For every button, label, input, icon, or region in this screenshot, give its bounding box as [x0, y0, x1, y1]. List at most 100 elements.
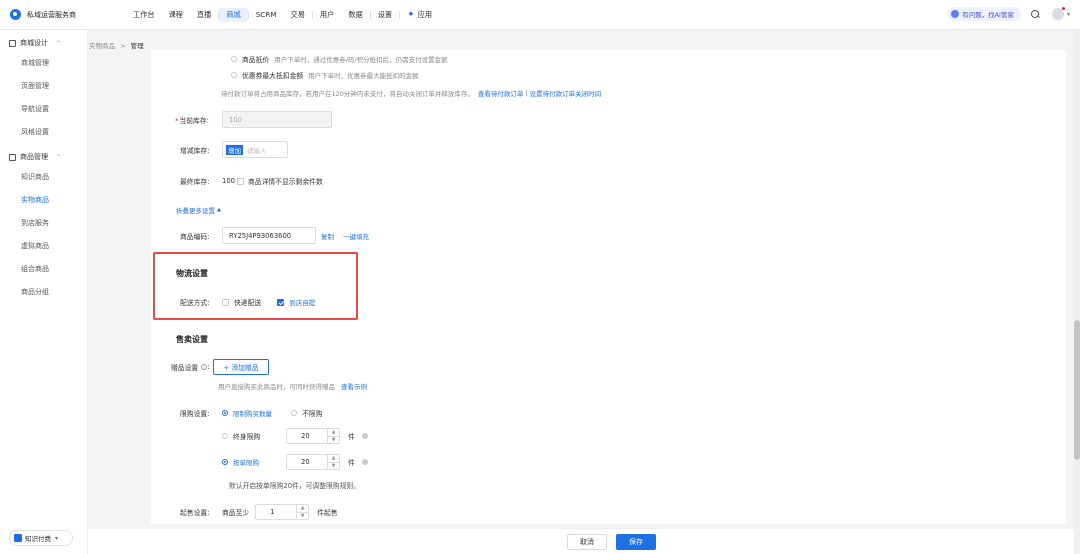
nav-item[interactable]: 用户 — [313, 8, 341, 22]
ai-icon — [951, 10, 960, 18]
store-pickup-checkbox[interactable] — [277, 298, 285, 306]
sidebar-item[interactable]: 商品分组 — [0, 281, 87, 304]
express-delivery-checkbox[interactable] — [222, 298, 229, 306]
sidebar-item[interactable]: 商城管理 — [0, 52, 87, 75]
fold-settings-toggle[interactable]: 折叠更多设置 ▲ — [176, 205, 221, 215]
knowledge-icon — [14, 534, 22, 542]
store-pickup-label[interactable]: 到店自提 — [289, 297, 315, 307]
add-gift-button[interactable]: + 添加赠品 — [213, 359, 269, 375]
sidebar-group-title[interactable]: 商城设计 ⌃ — [0, 34, 87, 52]
product-switcher-label: 知识付费 — [25, 535, 51, 543]
nav-item[interactable]: 设置 — [371, 8, 399, 22]
brand-icon — [10, 9, 21, 20]
deduct-option-product-price[interactable]: 商品抵价 用户下单时，通过优惠券/码/积分抵扣后，仍需支付设置金额 — [231, 54, 448, 64]
change-stock-unit[interactable]: 增加 — [226, 144, 243, 155]
radio-icon[interactable] — [231, 56, 237, 62]
save-button[interactable]: 保存 — [616, 534, 656, 550]
delivery-method-label: 配送方式: — [180, 299, 210, 307]
fold-settings-label: 折叠更多设置 — [176, 207, 215, 215]
per-order-limit-radio[interactable] — [222, 459, 228, 465]
limit-on-label[interactable]: 限制购买数量 — [233, 408, 272, 418]
per-order-unit: 件 — [348, 459, 355, 467]
sidebar-item[interactable]: 风格设置 — [0, 121, 87, 144]
lifetime-limit-radio[interactable] — [222, 433, 228, 439]
nav-item[interactable]: 数据 — [341, 8, 369, 22]
min-sale-row: 起售设置: 商品至少 1 ▲ ▼ 件起售 — [180, 504, 338, 520]
current-stock-row: *当前库存: 100 — [175, 111, 332, 128]
sidebar-item[interactable]: 导航设置 — [0, 98, 87, 121]
hide-stock-checkbox[interactable] — [236, 177, 244, 185]
footer-bar: 取消 保存 — [88, 528, 1080, 554]
auto-fill-code-link[interactable]: 一键填充 — [343, 231, 369, 241]
cancel-button[interactable]: 取消 — [567, 534, 607, 550]
scrollbar-track[interactable] — [1074, 30, 1080, 554]
sidebar-group-title[interactable]: 商品管理 ⌃ — [0, 148, 87, 166]
sidebar-item[interactable]: 虚拟商品 — [0, 235, 87, 258]
lifetime-unit: 件 — [348, 433, 355, 441]
radio-icon[interactable] — [231, 72, 237, 78]
lifetime-limit-label[interactable]: 终身限购 — [233, 431, 286, 441]
min-sale-stepper[interactable]: 1 ▲ ▼ — [255, 504, 310, 520]
limit-on-radio[interactable] — [222, 410, 228, 416]
nav-item[interactable]: 商城 — [219, 7, 248, 22]
sidebar-item[interactable]: 到店服务 — [0, 212, 87, 235]
sidebar-item[interactable]: 实物商品 — [0, 189, 87, 212]
increment-icon[interactable]: ▲ — [328, 455, 339, 463]
avatar[interactable] — [1051, 7, 1065, 20]
sidebar-item[interactable]: 组合商品 — [0, 258, 87, 281]
gift-setting-row: 赠品设置 i : + 添加赠品 — [171, 359, 269, 375]
gift-note-text: 用户直接购买此商品时，可同时获得赠品 — [218, 383, 335, 391]
per-order-limit-value[interactable]: 20 — [287, 455, 327, 469]
decrement-icon[interactable]: ▼ — [328, 437, 339, 444]
gift-note-row: 用户直接购买此商品时，可同时获得赠品 查看示例 — [218, 381, 367, 391]
product-switcher[interactable]: 知识付费 ▾ — [9, 530, 73, 546]
app-logo[interactable]: 私域运营服务商 — [10, 9, 118, 20]
min-sale-value[interactable]: 1 — [256, 505, 296, 519]
apps-icon: ✦ — [407, 9, 415, 20]
increment-icon[interactable]: ▲ — [328, 429, 339, 437]
limit-note-text: 默认开启按单限购20件，可调整限购规则。 — [229, 482, 360, 490]
increment-icon[interactable]: ▲ — [297, 505, 309, 513]
nav-item-apps[interactable]: ✦ 应用 — [400, 8, 439, 22]
sidebar-item[interactable]: 页面管理 — [0, 75, 87, 98]
ai-assistant-button[interactable]: 有问题，找AI管家 — [947, 7, 1021, 21]
sidebar-item[interactable]: 知识商品 — [0, 166, 87, 189]
nav-item[interactable]: 交易 — [284, 8, 312, 22]
per-order-limit-stepper[interactable]: 20 ▲ ▼ — [286, 454, 340, 470]
current-stock-label: *当前库存: — [175, 116, 209, 125]
express-delivery-label[interactable]: 快递配送 — [234, 297, 261, 307]
chevron-up-icon: ⌃ — [56, 39, 62, 47]
nav-item[interactable]: 工作台 — [126, 8, 162, 22]
decrement-icon[interactable]: ▼ — [297, 513, 308, 520]
product-code-row: 商品编码: RY25J4P93063600 复制 一键填充 — [180, 227, 369, 244]
search-icon[interactable] — [1030, 9, 1040, 19]
link-separator: | — [525, 89, 528, 97]
product-code-input[interactable]: RY25J4P93063600 — [222, 227, 316, 244]
notification-badge — [1061, 7, 1065, 10]
change-stock-input[interactable]: 增加 请输入 — [222, 141, 288, 158]
view-pending-orders-link[interactable]: 查看待付款订单 — [478, 88, 524, 98]
breadcrumb-parent[interactable]: 实物商品 — [89, 42, 115, 50]
copy-code-link[interactable]: 复制 — [321, 231, 334, 241]
logistics-title: 物流设置 — [176, 269, 208, 278]
scrollbar-thumb[interactable] — [1074, 320, 1080, 460]
deduct-option-coupon-max[interactable]: 优惠券最大抵扣金额 用户下单时，优惠券最大能抵扣的金额 — [231, 70, 419, 80]
nav-item[interactable]: 课程 — [162, 8, 190, 22]
final-stock-value: 100 — [222, 177, 235, 185]
set-close-time-link[interactable]: 设置待付款订单关闭时间 — [530, 88, 602, 98]
limit-off-radio[interactable] — [291, 410, 297, 416]
nav-app-label: 应用 — [417, 9, 433, 19]
help-icon[interactable] — [361, 459, 368, 465]
view-example-link[interactable]: 查看示例 — [341, 381, 367, 391]
limit-off-label[interactable]: 不限购 — [302, 408, 322, 418]
per-order-limit-label[interactable]: 按单限购 — [233, 457, 286, 467]
nav-item[interactable]: SCRM — [249, 8, 284, 22]
limit-note-row: 默认开启按单限购20件，可调整限购规则。 — [229, 480, 360, 490]
lifetime-limit-value[interactable]: 20 — [287, 429, 327, 443]
lifetime-limit-stepper[interactable]: 20 ▲ ▼ — [286, 428, 340, 444]
nav-item[interactable]: 直播 — [190, 8, 218, 22]
limit-setting-row: 限购设置: 限制购买数量 不限购 — [180, 408, 322, 418]
chevron-down-icon[interactable]: ▾ — [1067, 11, 1070, 18]
decrement-icon[interactable]: ▼ — [328, 463, 339, 470]
help-icon[interactable] — [361, 433, 368, 439]
